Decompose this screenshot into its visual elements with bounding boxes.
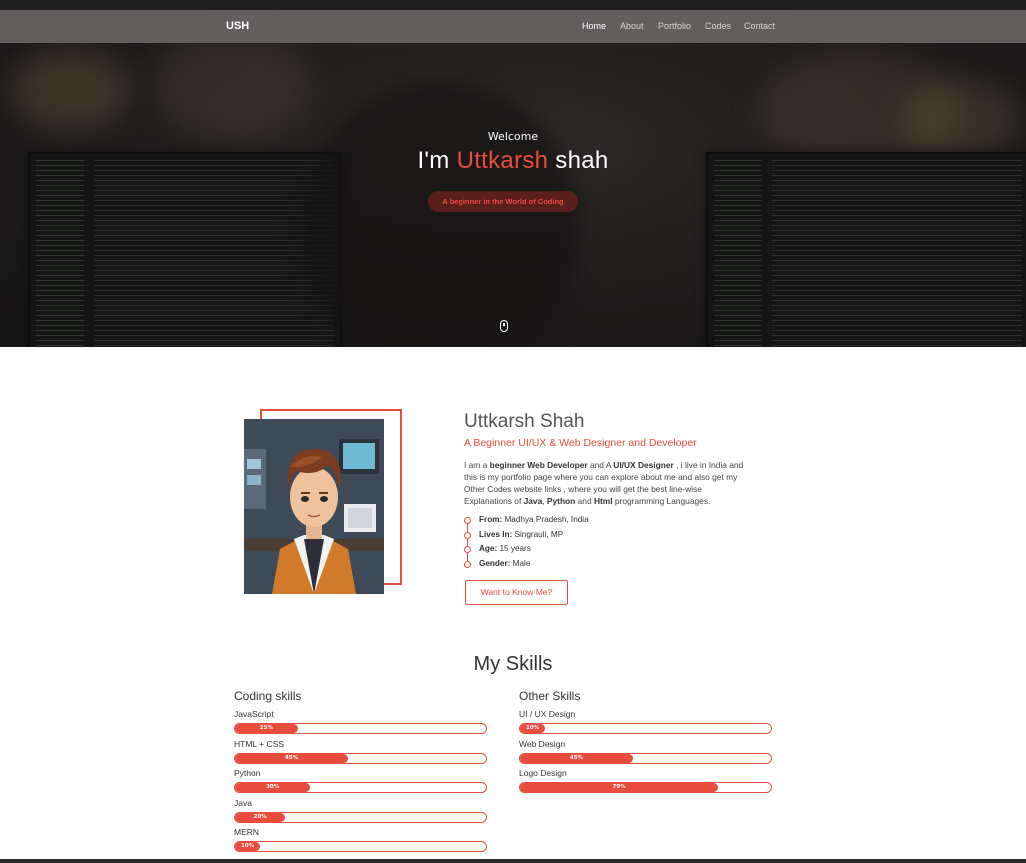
coding-skill-2: Python 30% xyxy=(234,768,488,793)
skill-progress-bar: 20% xyxy=(234,811,487,823)
fact-lives-in: Lives In: Singrauli, MP xyxy=(464,527,589,542)
skill-progress-bar: 30% xyxy=(234,782,487,793)
navbar: USH Home About Portfolio Codes Contact xyxy=(0,10,1026,43)
hero-welcome: Welcome xyxy=(487,130,539,143)
skill-progress-bar: 10% xyxy=(234,841,487,852)
hero-section xyxy=(0,10,1026,347)
want-to-know-me-button[interactable]: Want to Know Me? xyxy=(465,580,568,605)
skill-name: Python xyxy=(234,768,261,778)
skill-progress-bar: 45% xyxy=(519,752,772,764)
other-skills-title: Other Skills xyxy=(519,689,581,703)
skill-name: Web Design xyxy=(519,738,566,749)
top-strip xyxy=(0,0,1026,10)
hero-headline: I'm Uttkarsh shah xyxy=(0,147,1026,175)
coding-skill-3: Java 20% xyxy=(234,798,488,823)
other-skill-1: Web Design 45% xyxy=(519,739,773,764)
fact-age: Age: 15 years xyxy=(464,541,589,556)
scroll-mouse-icon[interactable] xyxy=(500,320,508,332)
headline-name: Uttkarsh xyxy=(456,147,549,174)
other-skill-2: Logo Design 79% xyxy=(519,768,773,793)
hero-tagline: A beginner in the World of Coding xyxy=(428,191,578,212)
coding-skill-0: JavaScript 25% xyxy=(234,709,488,734)
nav-contact[interactable]: Contact xyxy=(744,21,775,31)
coding-skills-title: Coding skills xyxy=(234,689,302,703)
skill-percent-label: 10% xyxy=(525,725,540,731)
nav-about[interactable]: About xyxy=(620,21,644,31)
about-role: A Beginner UI/UX & Web Designer and Deve… xyxy=(464,437,697,449)
nav-portfolio[interactable]: Portfolio xyxy=(658,21,691,31)
other-skill-0: UI / UX Design 10% xyxy=(519,709,773,734)
bottom-strip xyxy=(0,859,1026,863)
skills-title: My Skills xyxy=(473,653,553,675)
skill-progress-bar: 25% xyxy=(234,723,487,734)
profile-avatar xyxy=(244,419,384,594)
brand-logo[interactable]: USH xyxy=(226,20,249,32)
coding-skill-4: MERN 10% xyxy=(234,827,488,852)
skill-name: HTML + CSS xyxy=(234,738,284,749)
fact-from: From: Madhya Pradesh, India xyxy=(464,512,589,527)
skill-progress-bar: 10% xyxy=(519,723,772,734)
about-facts: From: Madhya Pradesh, India Lives In: Si… xyxy=(464,512,589,571)
nav-home[interactable]: Home xyxy=(582,21,606,31)
skill-percent-label: 20% xyxy=(253,813,267,820)
skill-percent-label: 45% xyxy=(284,754,299,761)
coding-skill-1: HTML + CSS 45% xyxy=(234,739,488,764)
skill-name: MERN xyxy=(234,827,260,837)
skill-name: Logo Design xyxy=(519,768,567,778)
skill-progress-bar: 79% xyxy=(519,782,772,793)
about-name: Uttkarsh Shah xyxy=(464,411,585,432)
about-bio: I am a beginner Web Developer and A UI/U… xyxy=(464,460,744,506)
skill-name: JavaScript xyxy=(234,709,274,719)
headline-pre: I'm xyxy=(417,147,457,174)
nav-codes[interactable]: Codes xyxy=(705,21,731,31)
skill-name: UI / UX Design xyxy=(519,709,576,719)
skill-name: Java xyxy=(234,797,252,808)
skill-percent-label: 30% xyxy=(266,784,280,790)
skill-percent-label: 45% xyxy=(569,754,584,761)
skill-progress-bar: 45% xyxy=(234,752,487,764)
headline-post: shah xyxy=(548,147,609,174)
skill-percent-label: 79% xyxy=(612,784,626,790)
skill-percent-label: 25% xyxy=(259,725,273,731)
fact-gender: Gender: Male xyxy=(464,556,589,571)
skill-percent-label: 10% xyxy=(240,843,255,849)
